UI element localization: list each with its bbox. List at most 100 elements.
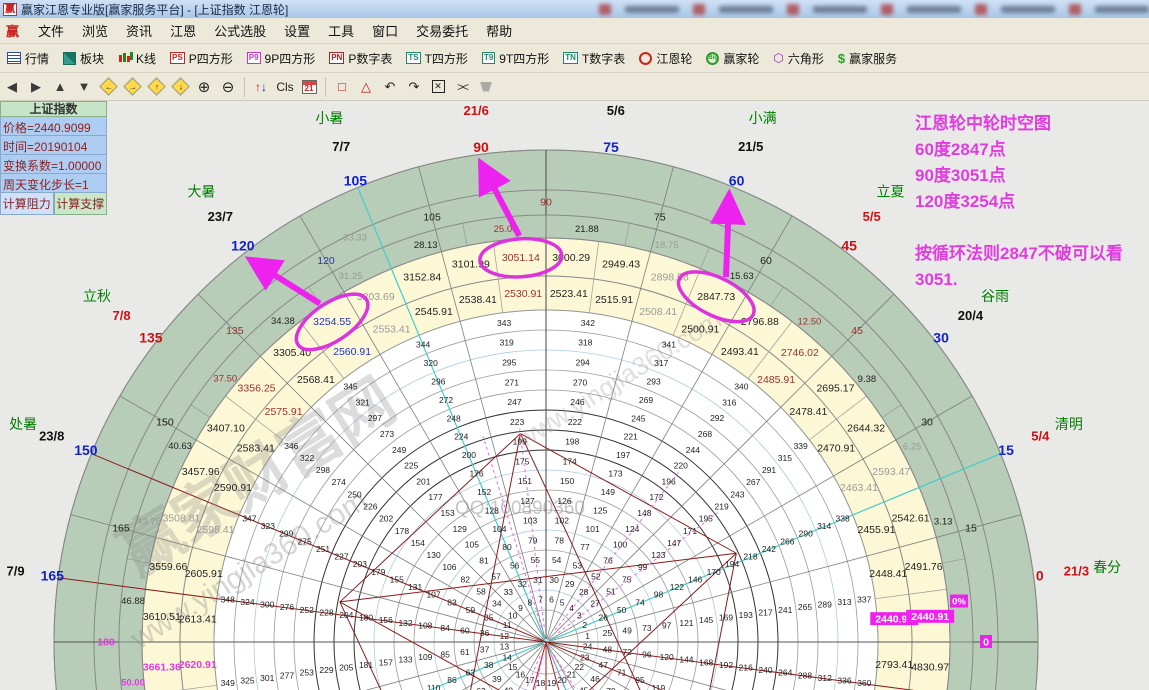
toolbar-label: 9P四方形 xyxy=(265,50,316,67)
highlight-arrow[interactable] xyxy=(726,200,729,277)
panel-row-1: 时间=20190104 xyxy=(0,136,107,155)
toolbar-button-T四方形[interactable]: TST四方形 xyxy=(399,46,475,71)
toolbar-button-9T四方形[interactable]: T99T四方形 xyxy=(475,46,556,71)
calc-resistance-button[interactable]: 计算阻力 xyxy=(0,193,54,215)
menu-item-6[interactable]: 工具 xyxy=(319,18,363,43)
rim-date-label: 5/6 xyxy=(607,103,625,118)
wheel-number: 8 xyxy=(528,597,533,607)
blocks-icon xyxy=(63,52,76,65)
menu-item-0[interactable]: 文件 xyxy=(29,18,73,43)
wheel-number: 195 xyxy=(699,514,713,524)
wheel-number: 4 xyxy=(569,603,574,613)
title-bar: 赢 赢家江恩专业版[赢家服务平台] - [上证指数 江恩轮] xyxy=(0,0,1149,18)
wheel-number: 152 xyxy=(477,487,491,497)
wheel-number: 317 xyxy=(654,358,668,368)
toolbar-label: P四方形 xyxy=(189,50,233,67)
rotate-ccw-icon[interactable]: ↶ xyxy=(379,76,401,98)
toolbar-button-板块[interactable]: 板块 xyxy=(56,46,111,71)
menu-item-5[interactable]: 设置 xyxy=(275,18,319,43)
wheel-label: 2515.91 xyxy=(595,294,633,306)
wheel-label: 2553.41 xyxy=(373,323,411,335)
zoom-in-icon[interactable]: ⊕ xyxy=(193,76,215,98)
toolbar-label: 赢家服务 xyxy=(849,50,897,67)
cls-button[interactable]: Cls xyxy=(274,76,296,98)
wheel-label: 2847.73 xyxy=(697,291,735,303)
wheel-number: 155 xyxy=(390,574,404,584)
toolbar-button-六角形[interactable]: ⬡六角形 xyxy=(766,46,831,71)
rim-date-label: 7/9 xyxy=(7,564,25,579)
wheel-number: 299 xyxy=(279,529,293,539)
diamond-right-icon[interactable]: → xyxy=(121,76,143,98)
wheel-label: 3356.25 xyxy=(238,382,276,394)
toolbar-button-P数字表[interactable]: PNP数字表 xyxy=(322,46,399,71)
wheel-number: 289 xyxy=(818,600,832,610)
toolbar-button-江恩轮[interactable]: 江恩轮 xyxy=(632,46,699,71)
toolbar-label: 板块 xyxy=(80,50,104,67)
menu-item-3[interactable]: 江恩 xyxy=(161,18,205,43)
wheel-number: 106 xyxy=(442,562,456,572)
toolbar-button-P四方形[interactable]: PS P四方形 xyxy=(163,46,240,71)
pin-icon[interactable] xyxy=(475,76,497,98)
wheel-label: 4830.97 xyxy=(911,661,949,673)
menu-item-2[interactable]: 资讯 xyxy=(117,18,161,43)
wheel-number: 121 xyxy=(679,618,693,628)
menu-item-7[interactable]: 窗口 xyxy=(363,18,407,43)
wheel-label: 75 xyxy=(654,211,666,223)
wheel-label: 2448.41 xyxy=(869,568,907,580)
menu-item-4[interactable]: 公式选股 xyxy=(205,18,275,43)
wheel-number: 192 xyxy=(719,660,733,670)
wheel-number: 78 xyxy=(555,535,565,545)
nav-right-icon[interactable]: ▶ xyxy=(25,76,47,98)
nav-up-icon[interactable]: ▲ xyxy=(49,76,71,98)
wheel-label: 2605.91 xyxy=(185,568,223,580)
wheel-number: 110 xyxy=(427,683,441,690)
rim-degree-label: 0 xyxy=(1036,568,1044,584)
triangle-tool-icon[interactable]: △ xyxy=(355,76,377,98)
wheel-number: 77 xyxy=(580,542,590,552)
zoom-out-icon[interactable]: ⊖ xyxy=(217,76,239,98)
wheel-number: 73 xyxy=(642,623,652,633)
toolbar-button-赢家轮[interactable]: Big赢家轮 xyxy=(699,46,766,71)
wheel-number: 28 xyxy=(579,587,589,597)
menu-item-8[interactable]: 交易委托 xyxy=(407,18,477,43)
wheel-number: 229 xyxy=(319,665,333,675)
calc-support-button[interactable]: 计算支撑 xyxy=(54,193,108,215)
wheel-label: 15.63 xyxy=(730,271,754,282)
box-icon: T9 xyxy=(482,52,495,64)
diamond-down-icon[interactable]: ↓ xyxy=(169,76,191,98)
nav-left-icon[interactable]: ◀ xyxy=(1,76,23,98)
wheel-number: 20 xyxy=(557,675,567,685)
toolbar-button-行情[interactable]: 行情 xyxy=(0,46,56,71)
gann-wheel-chart-area[interactable]: 赢家财富网www.yingjia360.comwww.yingjia360.co… xyxy=(0,101,1149,690)
wheel-number: 76 xyxy=(603,555,613,565)
diamond-up-icon[interactable]: ↑ xyxy=(145,76,167,98)
toolbar-button-赢家服务[interactable]: $赢家服务 xyxy=(831,46,904,71)
menu-item-1[interactable]: 浏览 xyxy=(73,18,117,43)
wheel-number: 248 xyxy=(447,413,461,423)
rim-date-label: 7/7 xyxy=(332,139,350,154)
wheel-label: 6.25 xyxy=(903,442,922,453)
solar-term-label: 立秋 xyxy=(83,288,111,304)
wheel-number: 124 xyxy=(625,524,639,534)
rim-date-label: 21/5 xyxy=(738,139,763,154)
toolbar-button-T数字表[interactable]: TNT数字表 xyxy=(556,46,632,71)
toolbar-button-9P四方形[interactable]: P99P四方形 xyxy=(240,46,322,71)
fit-icon[interactable]: >< xyxy=(451,76,473,98)
square-tool-icon[interactable]: □ xyxy=(331,76,353,98)
updown-icon[interactable]: ↑↓ xyxy=(250,76,272,98)
wheel-number: 319 xyxy=(500,338,514,348)
nav-down-icon[interactable]: ▼ xyxy=(73,76,95,98)
circle-icon: Big xyxy=(706,52,719,65)
wheel-number: 269 xyxy=(639,395,653,405)
wheel-number: 13 xyxy=(500,642,510,652)
menu-item-9[interactable]: 帮助 xyxy=(477,18,521,43)
diamond-left-icon[interactable]: ← xyxy=(97,76,119,98)
wheel-number: 11 xyxy=(503,620,512,630)
box-icon: PS xyxy=(170,52,185,64)
rotate-cw-icon[interactable]: ↷ xyxy=(403,76,425,98)
calendar-icon[interactable]: 21 xyxy=(298,76,320,98)
wheel-number: 16 xyxy=(516,670,526,680)
select-box-icon[interactable]: ✕ xyxy=(427,76,449,98)
wheel-label: 3051.14 xyxy=(502,252,540,264)
toolbar-button-K线[interactable]: K线 xyxy=(111,46,163,71)
